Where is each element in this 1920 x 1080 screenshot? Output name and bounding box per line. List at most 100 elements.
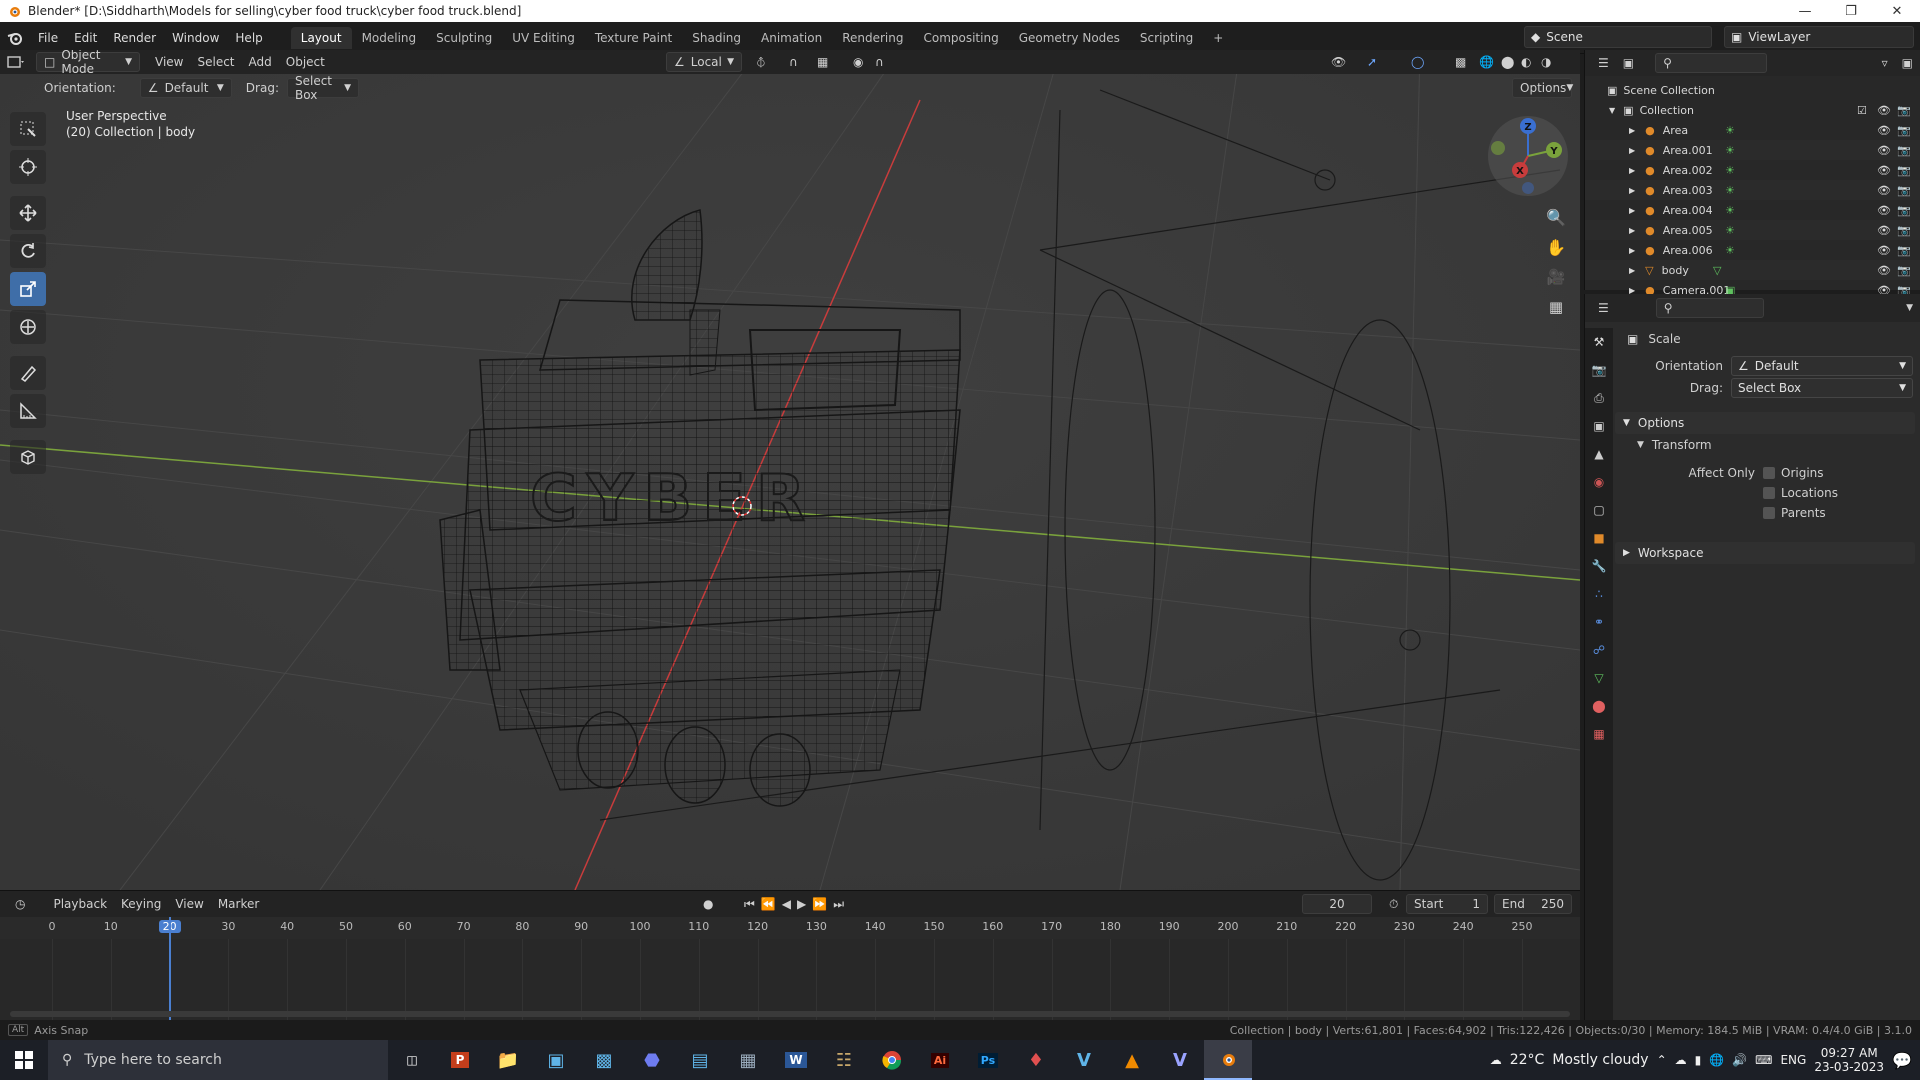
keyboard-icon[interactable]: ⌨ xyxy=(1755,1053,1772,1067)
menu-select[interactable]: Select xyxy=(190,52,241,72)
tool-measure[interactable] xyxy=(10,394,46,428)
editor-type-button[interactable] xyxy=(0,52,32,72)
zoom-button[interactable]: 🔍 xyxy=(1542,204,1570,230)
tab-object[interactable]: ■ xyxy=(1585,524,1613,552)
menu-keying[interactable]: Keying xyxy=(114,894,168,914)
expand-arrow-icon[interactable]: ▶ xyxy=(1629,246,1635,255)
camera-render-icon[interactable]: 📷 xyxy=(1897,244,1911,257)
light-data-icon[interactable]: ☀ xyxy=(1725,224,1735,237)
falloff-button[interactable]: ∩ xyxy=(868,52,891,72)
vray-app[interactable]: V xyxy=(1156,1040,1204,1080)
adobe-app[interactable]: Ai xyxy=(916,1040,964,1080)
outliner-item[interactable]: ▶ ● Area ☀ 👁 📷 xyxy=(1585,120,1920,140)
tool-move[interactable] xyxy=(10,196,46,230)
eye-icon[interactable]: 👁 xyxy=(1877,264,1891,277)
mesh-data-icon[interactable]: ▽ xyxy=(1713,264,1721,277)
locations-checkbox[interactable] xyxy=(1763,487,1775,499)
eye-icon[interactable]: 👁 xyxy=(1877,144,1891,157)
photos-app[interactable]: ▦ xyxy=(724,1040,772,1080)
tab-particles[interactable]: ∴ xyxy=(1585,580,1613,608)
outliner-collection[interactable]: ▼ ▣ Collection ☑ 👁 📷 xyxy=(1585,100,1920,120)
light-data-icon[interactable]: ☀ xyxy=(1725,164,1735,177)
outliner-editor-type[interactable]: ☰ xyxy=(1591,53,1616,73)
new-collection-button[interactable]: ▣ xyxy=(1895,53,1920,73)
expand-arrow-icon[interactable]: ▶ xyxy=(1629,166,1635,175)
orientation-dropdown[interactable]: ∠ Default ▼ xyxy=(139,78,232,98)
next-keyframe-icon[interactable]: ⏩ xyxy=(812,897,827,912)
weather-temp[interactable]: 22°C xyxy=(1510,1052,1545,1068)
light-data-icon[interactable]: ☀ xyxy=(1725,144,1735,157)
light-data-icon[interactable]: ☀ xyxy=(1725,184,1735,197)
camera-render-icon[interactable]: 📷 xyxy=(1897,124,1911,137)
powerpoint-app[interactable]: P xyxy=(436,1040,484,1080)
maximize-button[interactable]: ❐ xyxy=(1828,0,1874,22)
viewlayer-selector[interactable]: ▣ ViewLayer xyxy=(1724,26,1914,48)
add-workspace-button[interactable]: + xyxy=(1203,27,1233,49)
start-button[interactable] xyxy=(0,1040,48,1080)
visibility-selectability-button[interactable]: 👁 xyxy=(1324,52,1353,72)
overlays-toggle[interactable]: ◯ xyxy=(1404,52,1431,72)
tool-rotate[interactable] xyxy=(10,234,46,268)
expand-arrow-icon[interactable]: ▼ xyxy=(1609,106,1615,115)
menu-timeline-view[interactable]: View xyxy=(168,894,210,914)
file-explorer-app[interactable]: 📁 xyxy=(484,1040,532,1080)
properties-editor-type[interactable]: ☰ xyxy=(1591,298,1616,318)
xray-toggle[interactable]: ▩ xyxy=(1448,52,1473,72)
tab-modifiers[interactable]: 🔧 xyxy=(1585,552,1613,580)
tab-compositing[interactable]: Compositing xyxy=(913,27,1008,49)
tab-tool[interactable]: ⚒ xyxy=(1585,328,1613,356)
camera-render-icon[interactable]: 📷 xyxy=(1897,204,1911,217)
start-frame-field[interactable]: Start 1 xyxy=(1406,894,1488,914)
tool-scale[interactable] xyxy=(10,272,46,306)
photoshop-app[interactable]: Ps xyxy=(964,1040,1012,1080)
play-icon[interactable]: ▶ xyxy=(797,897,806,912)
outliner-item[interactable]: ▶ ▽ body ▽ 👁 📷 xyxy=(1585,260,1920,280)
outliner-item[interactable]: ▶ ● Area.002 ☀ 👁 📷 xyxy=(1585,160,1920,180)
network-globe-icon[interactable]: 🌐 xyxy=(1709,1053,1724,1067)
outliner-item[interactable]: ▶ ● Area.004 ☀ 👁 📷 xyxy=(1585,200,1920,220)
timeline-ruler[interactable]: 0102030405060708090100110120130140150160… xyxy=(0,917,1580,939)
expand-arrow-icon[interactable]: ▶ xyxy=(1629,226,1635,235)
eye-icon[interactable]: 👁 xyxy=(1877,244,1891,257)
parents-checkbox[interactable] xyxy=(1763,507,1775,519)
tab-scripting[interactable]: Scripting xyxy=(1130,27,1203,49)
options-dropdown[interactable]: Options ▼ xyxy=(1512,78,1573,98)
blender-menu-icon[interactable] xyxy=(0,31,30,45)
tab-physics[interactable]: ⚭ xyxy=(1585,608,1613,636)
drag-dropdown[interactable]: Select Box ▼ xyxy=(286,74,359,102)
camera-render-icon[interactable]: 📷 xyxy=(1897,164,1911,177)
taskbar-search-box[interactable]: ⚲ Type here to search xyxy=(48,1040,388,1080)
menu-view[interactable]: View xyxy=(148,52,190,72)
display-mode-button[interactable]: ▣ xyxy=(1616,53,1641,73)
camera-render-icon[interactable]: 📷 xyxy=(1897,264,1911,277)
object-mode-dropdown[interactable]: □ Object Mode ▼ xyxy=(36,50,140,76)
camera-render-icon[interactable]: 📷 xyxy=(1897,224,1911,237)
tab-constraints[interactable]: ☍ xyxy=(1585,636,1613,664)
prev-keyframe-icon[interactable]: ⏪ xyxy=(761,897,776,912)
options-panel-header[interactable]: ▼ Options xyxy=(1615,412,1915,434)
tool-select-box[interactable] xyxy=(10,112,46,146)
menu-help[interactable]: Help xyxy=(227,31,270,45)
tab-data[interactable]: ▽ xyxy=(1585,664,1613,692)
eye-icon[interactable]: 👁 xyxy=(1877,124,1891,137)
outliner-item[interactable]: ▶ ● Area.005 ☀ 👁 📷 xyxy=(1585,220,1920,240)
volume-icon[interactable]: 🔊 xyxy=(1732,1053,1747,1067)
eye-icon[interactable]: 👁 xyxy=(1877,164,1891,177)
notifications-icon[interactable]: 💬 xyxy=(1892,1051,1912,1070)
tray-overflow-icon[interactable]: ⌃ xyxy=(1657,1053,1667,1067)
expand-arrow-icon[interactable]: ▶ xyxy=(1629,186,1635,195)
tab-shading[interactable]: Shading xyxy=(682,27,751,49)
tool-transform[interactable] xyxy=(10,310,46,344)
tab-texture-paint[interactable]: Texture Paint xyxy=(585,27,682,49)
blender-taskbar-app[interactable] xyxy=(1204,1040,1252,1080)
tab-rendering[interactable]: Rendering xyxy=(832,27,913,49)
properties-search-input[interactable]: ⚲ xyxy=(1655,298,1764,318)
preview-range-toggle[interactable]: ⏱ xyxy=(1382,894,1405,914)
shading-rendered-button[interactable]: ◑ xyxy=(1534,52,1558,72)
tab-geometry-nodes[interactable]: Geometry Nodes xyxy=(1009,27,1130,49)
tool-cursor[interactable] xyxy=(10,150,46,184)
eye-icon[interactable]: 👁 xyxy=(1877,204,1891,217)
jump-start-icon[interactable]: ⏮ xyxy=(744,897,755,912)
vlc-app[interactable]: ▲ xyxy=(1108,1040,1156,1080)
expand-arrow-icon[interactable]: ▶ xyxy=(1629,126,1635,135)
